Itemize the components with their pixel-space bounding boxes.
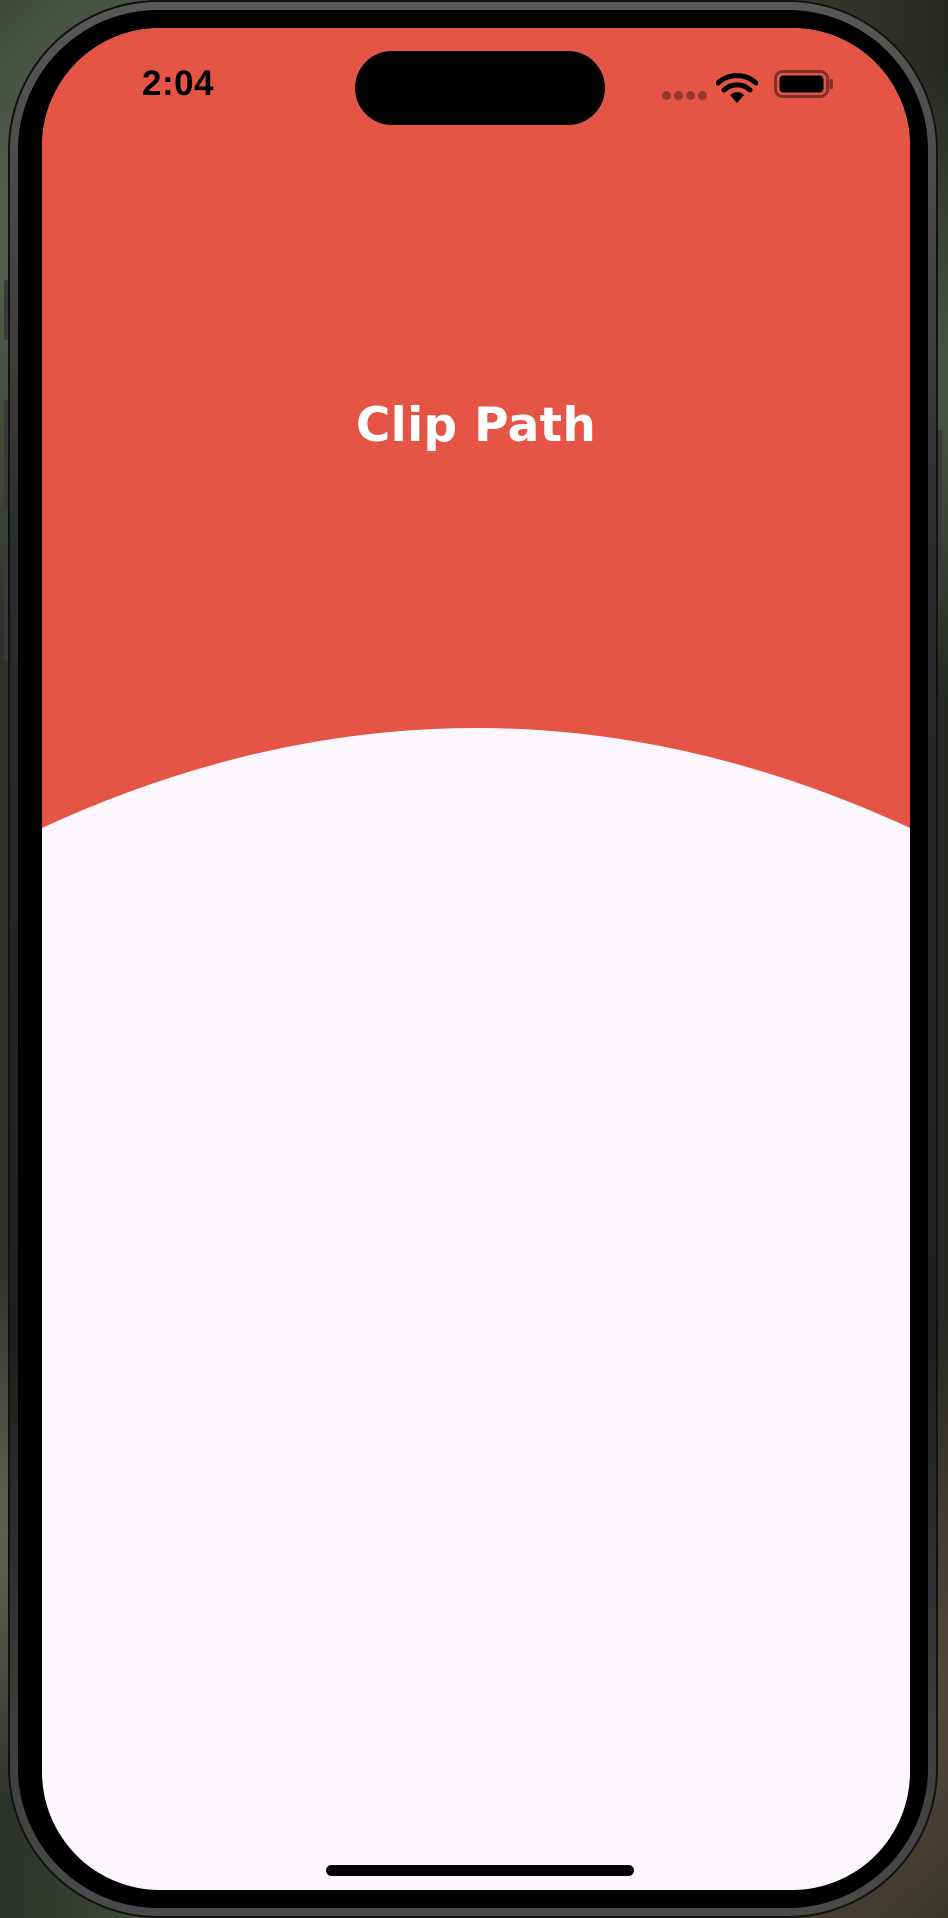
home-indicator[interactable] [326, 1865, 634, 1876]
page-title: Clip Path [355, 398, 597, 453]
status-bar: 2:04 [42, 28, 910, 138]
wifi-icon [716, 73, 758, 103]
phone-frame: 2:04 Clip Path [4, 0, 942, 1918]
signal-dots-icon [662, 91, 708, 101]
dynamic-island [355, 51, 605, 125]
battery-icon [774, 70, 833, 98]
app-screen: 2:04 Clip Path [42, 28, 910, 1890]
action-button [4, 280, 8, 340]
status-time: 2:04 [142, 64, 215, 103]
power-button [938, 430, 942, 600]
volume-down-button [4, 550, 8, 660]
clipped-header-shape [42, 28, 910, 828]
volume-up-button [4, 400, 8, 510]
